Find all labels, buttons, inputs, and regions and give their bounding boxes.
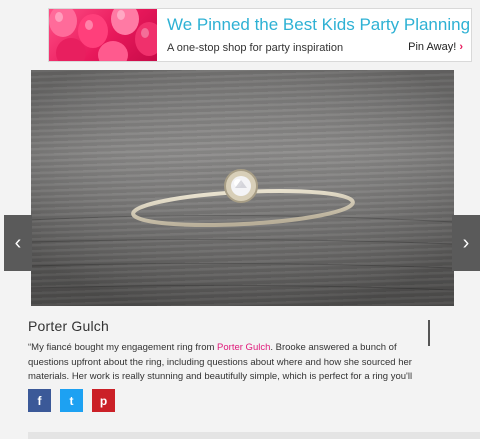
porter-gulch-link[interactable]: Porter Gulch — [217, 342, 270, 353]
caption-text-before: “My fiancé bought my engagement ring fro… — [28, 342, 218, 353]
chevron-right-icon: › — [459, 41, 463, 53]
facebook-icon: f — [37, 393, 42, 408]
twitter-share-button[interactable]: t — [60, 389, 83, 412]
scrollbar[interactable] — [428, 320, 430, 346]
balloons-image — [49, 9, 157, 61]
ring-illustration — [31, 70, 454, 306]
twitter-icon: t — [69, 393, 74, 408]
caption-text: “My fiancé bought my engagement ring fro… — [28, 341, 424, 387]
slider-next-button[interactable]: › — [452, 215, 480, 271]
facebook-share-button[interactable]: f — [28, 389, 51, 412]
slide-image — [31, 70, 454, 306]
pin-away-button[interactable]: Pin Away! › — [408, 41, 463, 53]
pinterest-icon: p — [99, 393, 108, 408]
next-section-divider — [28, 432, 480, 439]
chevron-left-icon: ‹ — [14, 231, 22, 254]
ad-title[interactable]: We Pinned the Best Kids Party Planning T… — [167, 15, 471, 35]
ad-banner[interactable]: We Pinned the Best Kids Party Planning T… — [48, 8, 472, 62]
ad-subtitle: A one-stop shop for party inspiration — [167, 42, 344, 54]
chevron-right-icon: › — [462, 231, 470, 254]
pin-away-label: Pin Away! — [408, 41, 457, 53]
pinterest-share-button[interactable]: p — [92, 389, 115, 412]
slider-prev-button[interactable]: ‹ — [4, 215, 32, 271]
caption-title: Porter Gulch — [28, 318, 109, 334]
